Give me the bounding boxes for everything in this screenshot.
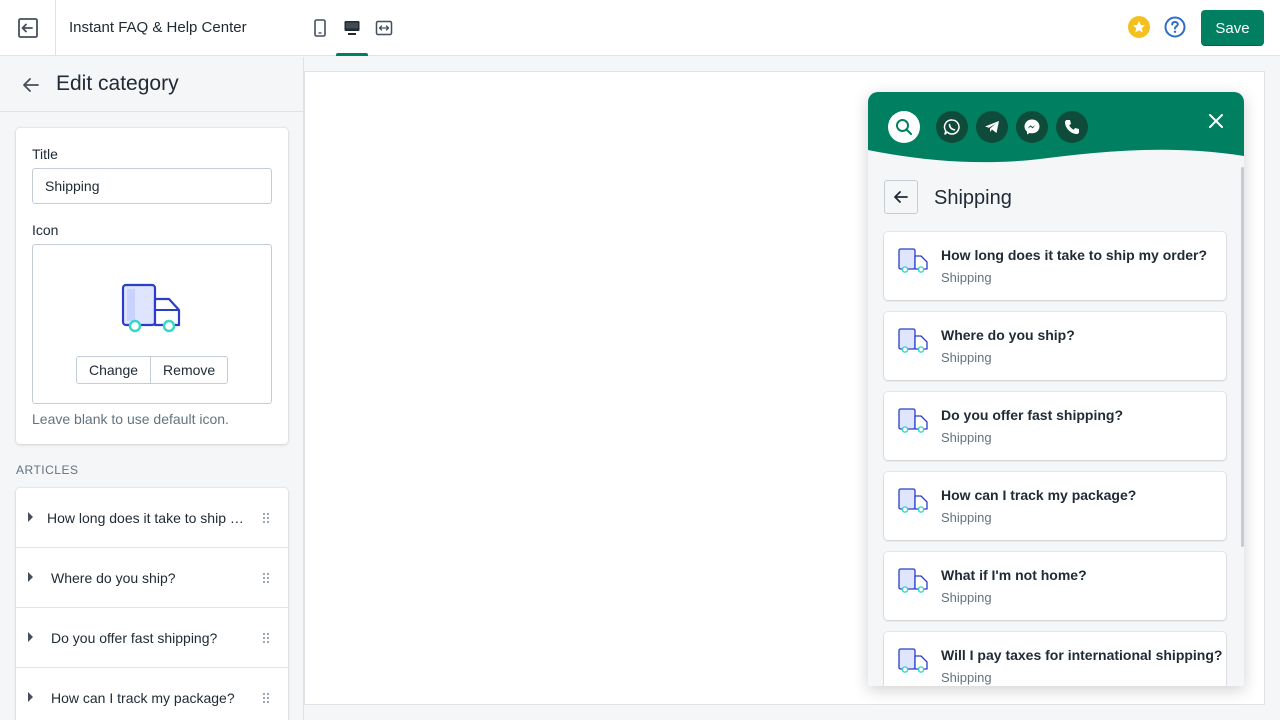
- fullwidth-view-icon: [375, 20, 393, 36]
- faq-item[interactable]: Will I pay taxes for international shipp…: [884, 632, 1226, 686]
- widget-scrollbar[interactable]: [1241, 167, 1244, 547]
- desktop-view-icon: [344, 21, 360, 35]
- change-icon-button[interactable]: Change: [76, 356, 152, 384]
- faq-question: How long does it take to ship my order?: [941, 247, 1208, 263]
- caret-right-icon[interactable]: [28, 512, 33, 522]
- truck-icon: [898, 408, 928, 433]
- page-title: Edit category: [56, 72, 179, 95]
- save-button[interactable]: Save: [1201, 10, 1264, 46]
- widget-search-button[interactable]: [888, 111, 920, 143]
- faq-category: Shipping: [941, 270, 992, 285]
- list-item[interactable]: Do you offer fast shipping?: [16, 608, 288, 668]
- desktop-view-toggle[interactable]: [336, 14, 368, 56]
- widget-back-button[interactable]: [884, 180, 918, 214]
- back-arrow-icon[interactable]: [20, 74, 42, 96]
- truck-icon: [898, 488, 928, 513]
- faq-category: Shipping: [941, 430, 992, 445]
- faq-question: How can I track my package?: [941, 487, 1137, 503]
- article-list: How long does it take to ship my order? …: [16, 488, 288, 720]
- faq-question: Do you offer fast shipping?: [941, 407, 1123, 423]
- icon-hint: Leave blank to use default icon.: [32, 411, 229, 427]
- caret-right-icon[interactable]: [28, 632, 33, 642]
- drag-handle-icon[interactable]: [262, 692, 270, 704]
- whatsapp-button[interactable]: [936, 111, 968, 143]
- list-item[interactable]: Where do you ship?: [16, 548, 288, 608]
- category-form-card: Title Icon Change Remove Leave blank to …: [16, 128, 288, 444]
- caret-right-icon[interactable]: [28, 572, 33, 582]
- faq-item[interactable]: Do you offer fast shipping? Shipping: [884, 392, 1226, 460]
- fullwidth-view-toggle[interactable]: [368, 14, 400, 42]
- top-bar: Instant FAQ & Help Center Save: [0, 0, 1280, 56]
- article-label: How can I track my package?: [51, 690, 235, 706]
- drag-handle-icon[interactable]: [262, 512, 270, 524]
- icon-label: Icon: [32, 222, 59, 238]
- mobile-view-toggle[interactable]: [304, 14, 336, 42]
- exit-button[interactable]: [0, 0, 56, 56]
- title-label: Title: [32, 146, 58, 162]
- faq-category: Shipping: [941, 350, 992, 365]
- truck-icon: [121, 283, 181, 333]
- help-button[interactable]: [1164, 16, 1186, 38]
- drag-handle-icon[interactable]: [262, 572, 270, 584]
- drag-handle-icon[interactable]: [262, 632, 270, 644]
- truck-icon: [898, 648, 928, 673]
- rate-button[interactable]: [1128, 16, 1150, 38]
- caret-right-icon[interactable]: [28, 692, 33, 702]
- app-title: Instant FAQ & Help Center: [69, 19, 247, 36]
- sidebar: Edit category Title Icon Change Remove L…: [0, 57, 304, 720]
- faq-category: Shipping: [941, 590, 992, 605]
- telegram-icon: [985, 121, 999, 133]
- exit-icon: [17, 18, 38, 38]
- title-input[interactable]: [32, 168, 272, 204]
- messenger-button[interactable]: [1016, 111, 1048, 143]
- icon-picker: Change Remove: [32, 244, 272, 404]
- faq-item[interactable]: What if I'm not home? Shipping: [884, 552, 1226, 620]
- faq-question: What if I'm not home?: [941, 567, 1087, 583]
- star-icon: [1133, 21, 1145, 33]
- faq-item[interactable]: How long does it take to ship my order? …: [884, 232, 1226, 300]
- faq-question: Will I pay taxes for international shipp…: [941, 647, 1223, 663]
- icon-actions: Change Remove: [76, 356, 229, 384]
- article-label: How long does it take to ship my order?: [47, 510, 247, 526]
- telegram-button[interactable]: [976, 111, 1008, 143]
- phone-button[interactable]: [1056, 111, 1088, 143]
- articles-heading: ARTICLES: [16, 463, 79, 477]
- widget-category-title: Shipping: [934, 187, 1012, 209]
- list-item[interactable]: How can I track my package?: [16, 668, 288, 720]
- remove-icon-button[interactable]: Remove: [151, 356, 229, 384]
- list-item[interactable]: How long does it take to ship my order?: [16, 488, 288, 548]
- phone-icon: [1065, 120, 1079, 134]
- article-label: Do you offer fast shipping?: [51, 630, 218, 646]
- faq-widget: Shipping How long does it take to ship m…: [868, 92, 1244, 686]
- truck-icon: [898, 568, 928, 593]
- article-label: Where do you ship?: [51, 570, 176, 586]
- help-icon: [1164, 16, 1186, 38]
- whatsapp-icon: [943, 119, 960, 135]
- mobile-view-icon: [314, 19, 326, 37]
- back-arrow-icon: [894, 191, 908, 203]
- truck-icon: [898, 248, 928, 273]
- faq-category: Shipping: [941, 670, 992, 685]
- faq-item[interactable]: How can I track my package? Shipping: [884, 472, 1226, 540]
- truck-icon: [898, 328, 928, 353]
- faq-item[interactable]: Where do you ship? Shipping: [884, 312, 1226, 380]
- faq-category: Shipping: [941, 510, 992, 525]
- sidebar-header: Edit category: [0, 57, 303, 112]
- search-icon: [896, 119, 912, 135]
- close-icon[interactable]: [1206, 111, 1226, 131]
- messenger-icon: [1024, 119, 1040, 135]
- faq-question: Where do you ship?: [941, 327, 1075, 343]
